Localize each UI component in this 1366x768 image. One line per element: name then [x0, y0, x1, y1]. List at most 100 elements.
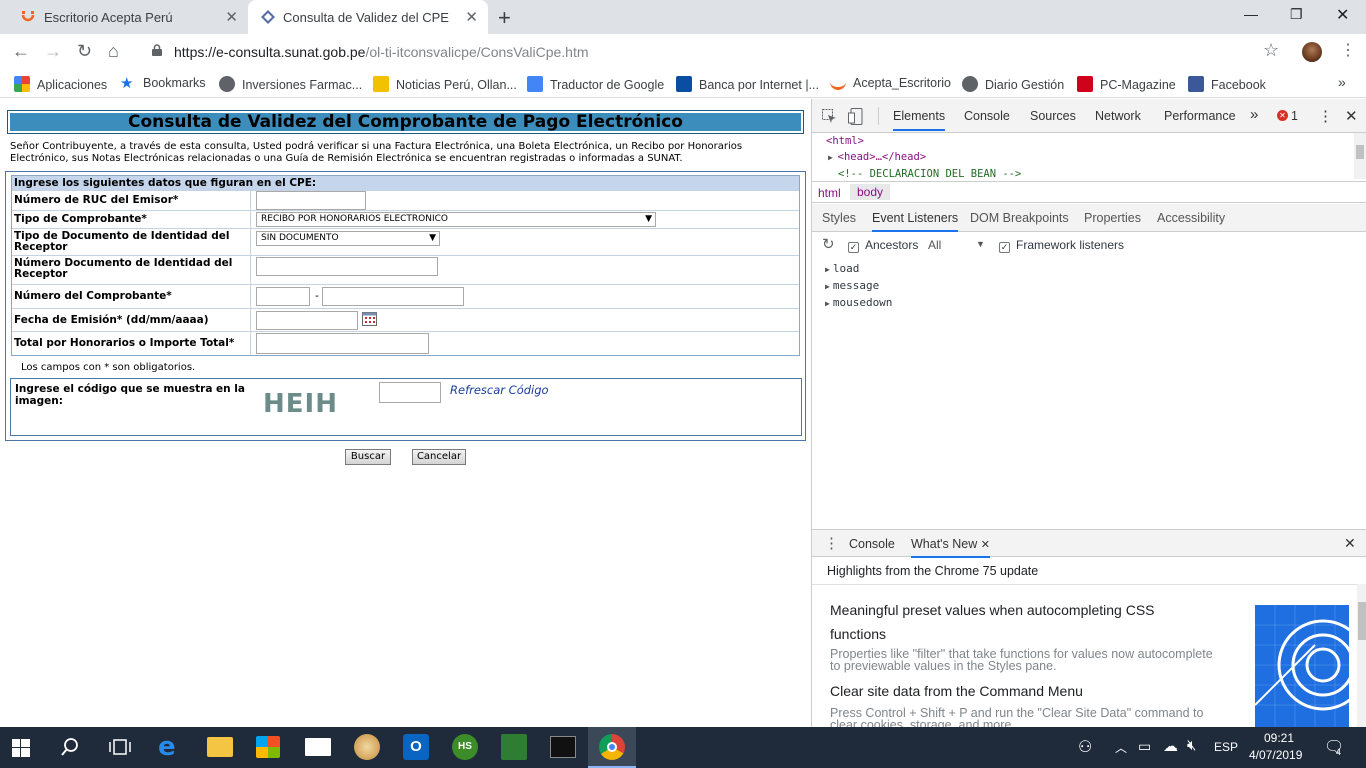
search-button[interactable]: Buscar — [345, 449, 391, 465]
crumb-html[interactable]: html — [818, 186, 841, 200]
close-tab-icon[interactable]: ✕ — [465, 8, 478, 26]
calendar-icon[interactable] — [362, 312, 377, 326]
hs-app-icon[interactable]: HS — [452, 734, 478, 760]
tab-escritorio-acepta[interactable]: Escritorio Acepta Perú ✕ — [0, 0, 248, 34]
file-explorer-icon[interactable] — [207, 737, 233, 757]
address-bar[interactable]: https://e-consulta.sunat.gob.pe/ol-ti-it… — [142, 38, 1292, 66]
total-input[interactable] — [256, 333, 429, 354]
terminal-icon[interactable] — [550, 736, 576, 758]
inspect-element-icon[interactable] — [822, 109, 837, 124]
error-count[interactable]: 1 — [1291, 109, 1298, 123]
numero-input[interactable] — [322, 287, 464, 306]
profile-avatar[interactable] — [1302, 42, 1322, 62]
chrome-menu-icon[interactable]: ⋮ — [1340, 40, 1356, 60]
event-message[interactable]: ▶ message — [825, 279, 879, 292]
close-devtools-icon[interactable]: ✕ — [1345, 107, 1358, 125]
bookmark-banca[interactable]: Banca por Internet |... — [676, 76, 819, 92]
devtools-tab-console[interactable]: Console — [964, 109, 1010, 123]
whats-new-item-title[interactable]: Clear site data from the Command Menu — [830, 679, 1180, 703]
crumb-body[interactable]: body — [850, 184, 891, 200]
devtools-more-tabs-icon[interactable]: » — [1250, 106, 1258, 123]
bookmarks-overflow-icon[interactable]: » — [1338, 74, 1346, 90]
bookmark-gestion[interactable]: Diario Gestión — [962, 76, 1064, 92]
devtools-tab-elements[interactable]: Elements — [893, 109, 946, 131]
subtab-accessibility[interactable]: Accessibility — [1157, 211, 1225, 225]
event-load[interactable]: ▶ load — [825, 262, 859, 275]
error-icon[interactable]: ✕ — [1277, 110, 1288, 121]
close-drawer-icon[interactable]: ✕ — [1344, 535, 1356, 552]
devtools-menu-icon[interactable]: ⋮ — [1318, 107, 1333, 125]
edge-icon[interactable]: e — [158, 734, 184, 760]
store-icon[interactable] — [256, 736, 280, 758]
spreadsheet-icon[interactable] — [501, 734, 527, 760]
tipo-comprobante-select[interactable]: RECIBO POR HONORARIOS ELECTRONICO ▼ — [256, 212, 656, 227]
devtools-tab-performance[interactable]: Performance — [1164, 109, 1236, 123]
tipo-doc-select[interactable]: SIN DOCUMENTO ▼ — [256, 231, 440, 246]
minimize-icon[interactable]: — — [1244, 6, 1258, 22]
whats-new-item-title[interactable]: Meaningful preset values when autocomple… — [830, 598, 1180, 646]
close-tab-icon[interactable]: ✕ — [225, 8, 238, 26]
network-icon[interactable]: ▭ — [1138, 738, 1151, 755]
drawer-tab-console[interactable]: Console — [849, 537, 895, 551]
bookmark-facebook[interactable]: Facebook — [1188, 76, 1266, 92]
dom-scrollbar[interactable] — [1354, 133, 1366, 179]
dom-node-html[interactable]: <html> — [812, 133, 1357, 149]
search-icon[interactable] — [60, 737, 80, 757]
onedrive-icon[interactable]: ☁ — [1163, 737, 1178, 755]
devtools-tab-sources[interactable]: Sources — [1030, 109, 1076, 123]
subtab-dom-breakpoints[interactable]: DOM Breakpoints — [970, 211, 1069, 225]
language-indicator[interactable]: ESP — [1214, 740, 1238, 754]
forward-icon[interactable]: → — [44, 41, 62, 62]
home-icon[interactable]: ⌂ — [108, 41, 119, 62]
restore-icon[interactable]: ❐ — [1290, 6, 1303, 23]
bookmark-traductor[interactable]: Traductor de Google — [527, 76, 664, 92]
bookmark-acepta[interactable]: Acepta_Escritorio — [830, 76, 951, 90]
new-tab-button[interactable]: + — [498, 5, 511, 31]
task-view-icon[interactable] — [109, 737, 131, 757]
whats-new-scrollbar[interactable] — [1357, 584, 1366, 728]
captcha-input[interactable] — [379, 382, 441, 403]
windows-start-icon[interactable] — [12, 739, 30, 757]
volume-muted-icon[interactable]: 🔇︎ — [1187, 737, 1196, 754]
close-tab-icon[interactable]: ✕ — [981, 539, 990, 551]
refresh-code-link[interactable]: Refrescar Código — [450, 383, 549, 397]
ancestors-checkbox[interactable]: ✓ Ancestors — [848, 238, 918, 253]
fecha-input[interactable] — [256, 311, 358, 330]
cancel-button[interactable]: Cancelar — [412, 449, 466, 465]
framework-listeners-checkbox[interactable]: ✓ Framework listeners — [999, 238, 1124, 253]
bookmark-inversiones[interactable]: Inversiones Farmac... — [219, 76, 362, 92]
bookmark-pcmag[interactable]: PC-Magazine — [1077, 76, 1176, 92]
dom-node-comment[interactable]: <!-- DECLARACION DEL BEAN --> — [812, 166, 1357, 182]
reload-icon[interactable]: ↻ — [77, 41, 92, 62]
clock-date[interactable]: 4/07/2019 — [1249, 748, 1302, 762]
refresh-icon[interactable]: ↻ — [822, 235, 835, 253]
ruc-input[interactable] — [256, 191, 366, 210]
show-hidden-icons[interactable]: ︿ — [1115, 739, 1127, 756]
subtab-event-listeners[interactable]: Event Listeners — [872, 211, 959, 232]
outlook-icon[interactable]: O — [403, 734, 429, 760]
tab-consulta-validez[interactable]: Consulta de Validez del CPE ✕ — [248, 0, 488, 34]
close-window-icon[interactable]: ✕ — [1336, 5, 1349, 25]
chrome-icon[interactable] — [599, 734, 625, 760]
device-toolbar-icon[interactable] — [848, 108, 863, 125]
bookmark-bookmarks[interactable]: ★ Bookmarks — [120, 76, 206, 92]
bookmark-noticias[interactable]: Noticias Perú, Ollan... — [373, 76, 517, 92]
dom-node-head[interactable]: ▶ <head>…</head> — [812, 149, 1357, 166]
num-doc-input[interactable] — [256, 257, 438, 276]
paint-icon[interactable] — [354, 734, 380, 760]
bookmark-star-icon[interactable]: ☆ — [1263, 40, 1279, 61]
subtab-properties[interactable]: Properties — [1084, 211, 1141, 225]
mail-icon[interactable] — [305, 738, 331, 756]
listener-filter-select[interactable]: All ▼ — [928, 238, 985, 252]
bookmark-aplicaciones[interactable]: Aplicaciones — [14, 76, 107, 92]
notifications-icon[interactable]: 🗨︎ — [1324, 737, 1344, 757]
drawer-menu-icon[interactable]: ⋮ — [824, 534, 839, 552]
drawer-tab-whats-new[interactable]: What's New ✕ — [911, 537, 990, 558]
serie-input[interactable] — [256, 287, 310, 306]
people-icon[interactable]: ⚇ — [1078, 737, 1092, 757]
clock-time[interactable]: 09:21 — [1264, 731, 1294, 745]
event-mousedown[interactable]: ▶ mousedown — [825, 296, 892, 309]
devtools-tab-network[interactable]: Network — [1095, 109, 1141, 123]
subtab-styles[interactable]: Styles — [822, 211, 856, 225]
back-icon[interactable]: ← — [12, 41, 30, 62]
